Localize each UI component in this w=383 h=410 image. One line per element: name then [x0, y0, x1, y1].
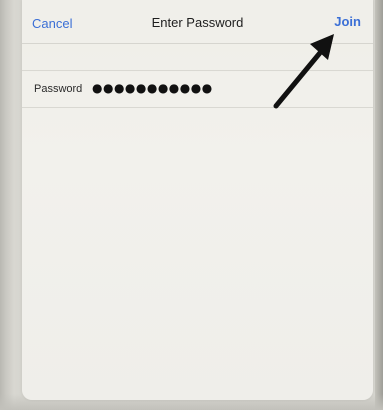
dialog-title: Enter Password [151, 15, 244, 30]
password-label: Password [34, 83, 83, 95]
password-input[interactable]: ●●●●●●●●●●● [92, 81, 213, 95]
arrow-up-right-icon [273, 34, 334, 109]
dialog-body [22, 109, 373, 400]
join-button[interactable]: Join [334, 14, 361, 29]
device-bezel-right [375, 0, 383, 410]
